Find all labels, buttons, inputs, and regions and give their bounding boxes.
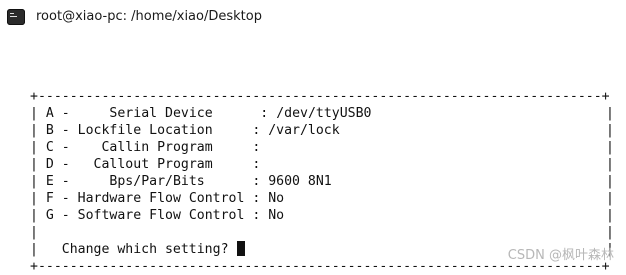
menu-border-right: |: [606, 140, 614, 155]
menu-key: G: [45, 208, 54, 223]
csdn-watermark: CSDN @枫叶森林: [507, 248, 614, 263]
menu-border-right: |: [606, 174, 614, 189]
menu-blank-row: |: [30, 225, 38, 240]
menu-label: Callin Program: [77, 140, 253, 155]
setting-prompt: Change which setting?: [37, 242, 237, 257]
menu-border-right: |: [606, 191, 614, 206]
menu-label: Lockfile Location: [77, 123, 253, 138]
menu-key: F: [45, 191, 54, 206]
menu-border-right: |: [606, 106, 614, 121]
menu-key: C: [45, 140, 54, 155]
menu-row-software-flow-control: | G - Software Flow Control : No: [30, 208, 285, 223]
menu-value: /dev/ttyUSB0: [276, 106, 372, 121]
menu-key: A: [45, 106, 54, 121]
terminal-screen[interactable]: +---------------------------------------…: [0, 0, 626, 274]
menu-label: Hardware Flow Control: [77, 191, 253, 206]
menu-border-right: |: [606, 208, 614, 223]
menu-label: Serial Device: [77, 106, 261, 121]
menu-border-right: |: [606, 225, 614, 240]
menu-row-callin-program: | C - Callin Program :: [30, 140, 269, 155]
menu-row-hardware-flow-control: | F - Hardware Flow Control : No: [30, 191, 285, 206]
menu-label: Callout Program: [77, 157, 253, 172]
menu-value: No: [268, 208, 285, 223]
menu-key: E: [45, 174, 54, 189]
menu-value: /var/lock: [268, 123, 340, 138]
menu-value: 9600 8N1: [268, 174, 332, 189]
menu-row-callout-program: | D - Callout Program :: [30, 157, 269, 172]
setting-prompt-row[interactable]: | Change which setting?: [30, 241, 246, 258]
menu-label: Bps/Par/Bits: [77, 174, 253, 189]
menu-border-right: |: [606, 123, 614, 138]
menu-value: No: [268, 191, 285, 206]
menu-row-serial-device: | A - Serial Device : /dev/ttyUSB0: [30, 106, 372, 121]
menu-border-right: |: [606, 157, 614, 172]
menu-row-lockfile-location: | B - Lockfile Location : /var/lock: [30, 123, 340, 138]
menu-row-bps-par-bits: | E - Bps/Par/Bits : 9600 8N1: [30, 174, 332, 189]
menu-key: B: [45, 123, 54, 138]
text-cursor: [237, 241, 246, 256]
menu-label: Software Flow Control: [77, 208, 253, 223]
menu-border-top: +---------------------------------------…: [30, 89, 610, 104]
menu-key: D: [45, 157, 54, 172]
